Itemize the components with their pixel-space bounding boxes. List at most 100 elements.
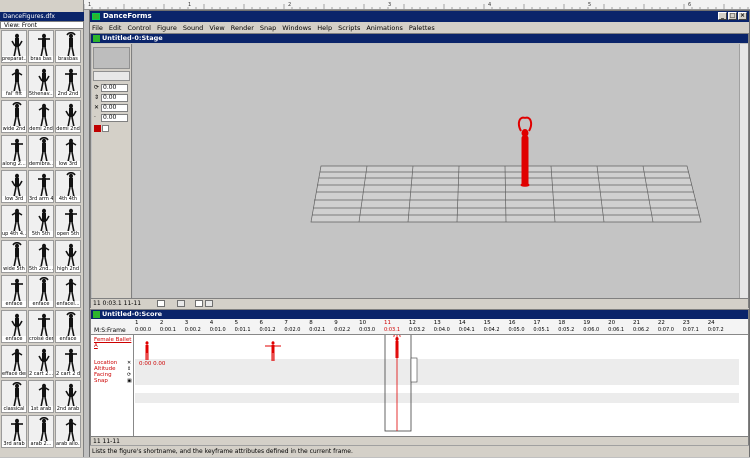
- zoom-out-button[interactable]: [195, 300, 203, 307]
- palette-figure-cell[interactable]: 4th 4th: [55, 170, 81, 203]
- rotate-field[interactable]: 0.00: [101, 84, 128, 92]
- palette-figure-cell[interactable]: classical: [1, 380, 27, 413]
- palette-figure-cell[interactable]: demi 2nd: [28, 100, 54, 133]
- menu-snap[interactable]: Snap: [260, 24, 276, 32]
- tilt-field[interactable]: 0.00: [101, 94, 128, 102]
- palette-figure-cell[interactable]: croisé der: [28, 310, 54, 343]
- frame-grid-button[interactable]: [177, 300, 185, 307]
- palette-figure-cell[interactable]: 2nd 2nd: [55, 65, 81, 98]
- dancer-thumbnail-icon: [11, 208, 23, 233]
- menu-animations[interactable]: Animations: [366, 24, 403, 32]
- frame-number[interactable]: 24: [708, 320, 715, 326]
- palette-figure-cell[interactable]: up 4th 4...: [1, 205, 27, 238]
- palette-figure-cell[interactable]: 5thenav...: [28, 65, 54, 98]
- palette-figure-cell[interactable]: effacé der: [1, 345, 27, 378]
- score-grid[interactable]: 0:00 0.00: [135, 321, 739, 436]
- palette-figure-cell[interactable]: fal' fift: [1, 65, 27, 98]
- palette-figure-cell[interactable]: enface: [1, 310, 27, 343]
- palette-figure-cell[interactable]: 2 cart 2 der: [55, 345, 81, 378]
- frame-number[interactable]: 2: [160, 320, 164, 326]
- frame-number[interactable]: 6: [260, 320, 264, 326]
- zoom-field[interactable]: 0.00: [101, 114, 128, 122]
- palette-figure-cell[interactable]: 1st arab: [28, 380, 54, 413]
- frame-number[interactable]: 12: [409, 320, 416, 326]
- palette-figure-cell[interactable]: demi 2nd: [55, 100, 81, 133]
- palette-figure-cell[interactable]: arab 2...: [28, 415, 54, 448]
- palette-figure-cell[interactable]: 3rd arm 4th: [28, 170, 54, 203]
- palette-figure-cell[interactable]: open 5th: [55, 205, 81, 238]
- close-button[interactable]: ×: [738, 12, 747, 20]
- light-mode-icon[interactable]: [102, 125, 109, 132]
- palette-figure-cell[interactable]: enface: [28, 275, 54, 308]
- menu-view[interactable]: View: [209, 24, 224, 32]
- frame-number[interactable]: 18: [558, 320, 565, 326]
- minimize-button[interactable]: _: [718, 12, 727, 20]
- frame-number[interactable]: 22: [658, 320, 665, 326]
- palette-figure-cell[interactable]: bras bas: [28, 30, 54, 63]
- palette-figure-cell[interactable]: 5th 2nd...: [28, 240, 54, 273]
- camera-slider[interactable]: [93, 71, 130, 81]
- zoom-in-button[interactable]: [205, 300, 213, 307]
- palette-figure-cell[interactable]: along 2...: [1, 135, 27, 168]
- palette-figure-cell[interactable]: enface: [55, 310, 81, 343]
- menu-windows[interactable]: Windows: [282, 24, 311, 32]
- frame-number[interactable]: 8: [309, 320, 313, 326]
- palette-figure-cell[interactable]: preparat...: [1, 30, 27, 63]
- menu-bar: File Edit Control Figure Sound View Rend…: [90, 22, 749, 33]
- menu-file[interactable]: File: [92, 24, 103, 32]
- palette-figure-cell[interactable]: arab allo...: [55, 415, 81, 448]
- menu-palettes[interactable]: Palettes: [409, 24, 435, 32]
- frame-number[interactable]: 1: [135, 320, 139, 326]
- render-mode-icon[interactable]: [94, 125, 101, 132]
- camera-navigator[interactable]: [93, 47, 130, 69]
- frame-number[interactable]: 14: [459, 320, 466, 326]
- palette-figure-cell[interactable]: wide 5th: [1, 240, 27, 273]
- palette-figure-cell[interactable]: enfacel...: [55, 275, 81, 308]
- frame-number[interactable]: 7: [284, 320, 288, 326]
- palette-figure-cell[interactable]: 5th 5th: [28, 205, 54, 238]
- menu-render[interactable]: Render: [231, 24, 254, 32]
- palette-figure-cell[interactable]: 3rd arab: [1, 415, 27, 448]
- track-snap[interactable]: Snap: [94, 378, 108, 384]
- frame-number[interactable]: 15: [484, 320, 491, 326]
- frame-number[interactable]: 4: [210, 320, 214, 326]
- frame-step-button[interactable]: [157, 300, 165, 307]
- palette-view-select[interactable]: View: Front: [0, 21, 84, 29]
- score-timeline-header[interactable]: M:S:Frame 1 0:00.0 2 0:00.1 3 0:00.2 4 0:01.0 5 0…: [91, 319, 748, 335]
- palette-figure-cell[interactable]: low 3rd: [55, 135, 81, 168]
- frame-number[interactable]: 9: [334, 320, 338, 326]
- menu-sound[interactable]: Sound: [183, 24, 203, 32]
- frame-number[interactable]: 10: [359, 320, 366, 326]
- frame-number[interactable]: 13: [434, 320, 441, 326]
- menu-edit[interactable]: Edit: [109, 24, 122, 32]
- frame-number[interactable]: 17: [533, 320, 540, 326]
- frame-number[interactable]: 3: [185, 320, 189, 326]
- frame-handle[interactable]: [410, 357, 418, 383]
- frame-number[interactable]: 11: [384, 320, 391, 326]
- figure-name-label[interactable]: Female Ballet A: [94, 337, 133, 349]
- menu-help[interactable]: Help: [317, 24, 332, 32]
- maximize-button[interactable]: □: [728, 12, 737, 20]
- frame-number[interactable]: 19: [583, 320, 590, 326]
- scale-field[interactable]: 0.00: [101, 104, 128, 112]
- stage-vertical-scrollbar[interactable]: [739, 44, 748, 298]
- frame-number[interactable]: 23: [683, 320, 690, 326]
- palette-figure-cell[interactable]: enface: [1, 275, 27, 308]
- menu-figure[interactable]: Figure: [157, 24, 177, 32]
- palette-figure-cell[interactable]: low 3rd: [1, 170, 27, 203]
- stage-canvas[interactable]: [133, 44, 739, 300]
- palette-figure-cell[interactable]: brasbas: [55, 30, 81, 63]
- frame-number[interactable]: 20: [608, 320, 615, 326]
- frame-number[interactable]: 16: [509, 320, 516, 326]
- keyframe-figure-1[interactable]: [145, 341, 149, 360]
- frame-number[interactable]: 5: [235, 320, 239, 326]
- palette-figure-cell[interactable]: wide 2nd: [1, 100, 27, 133]
- palette-figure-cell[interactable]: demibra...: [28, 135, 54, 168]
- frame-number[interactable]: 21: [633, 320, 640, 326]
- menu-control[interactable]: Control: [127, 24, 151, 32]
- palette-figure-cell[interactable]: high 2nd: [55, 240, 81, 273]
- palette-figure-cell[interactable]: 2 cart 2...: [28, 345, 54, 378]
- menu-scripts[interactable]: Scripts: [338, 24, 360, 32]
- keyframe-figure-6[interactable]: [265, 341, 281, 361]
- palette-figure-cell[interactable]: 2nd arab: [55, 380, 81, 413]
